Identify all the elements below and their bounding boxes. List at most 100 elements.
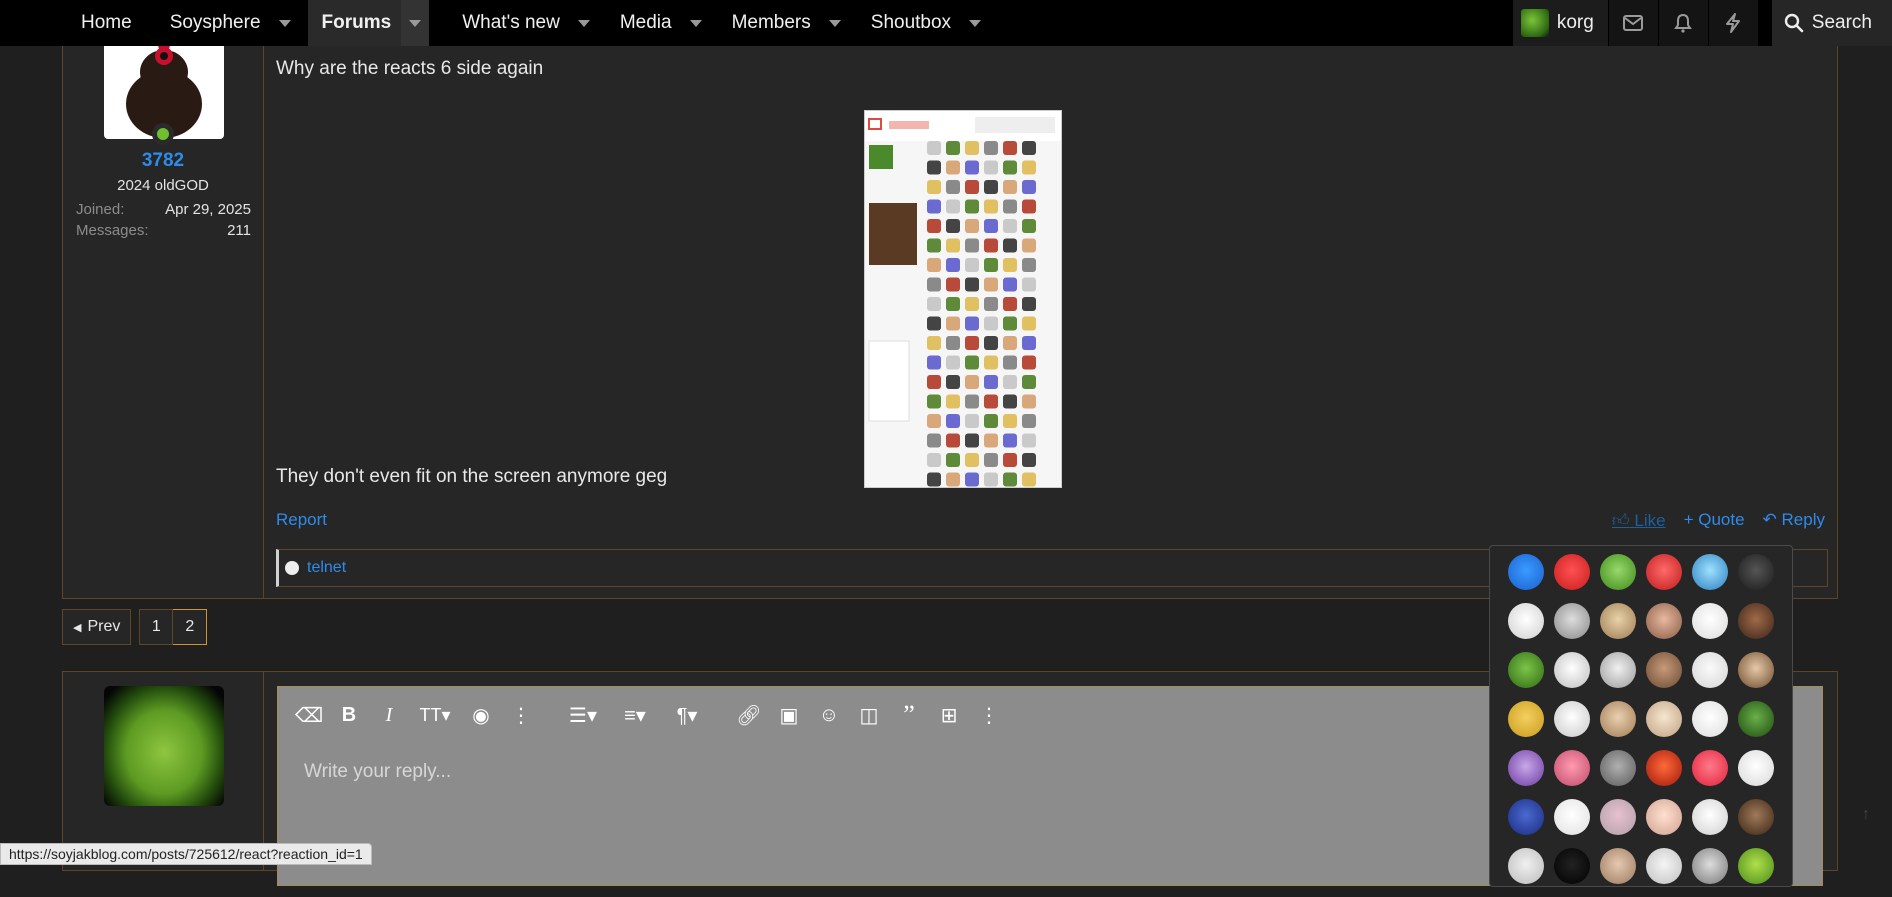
page-2-current[interactable]: 2 <box>173 609 208 645</box>
reaction-option-icon[interactable] <box>1692 652 1728 688</box>
chevron-down-icon[interactable] <box>274 0 296 46</box>
reaction-option-icon[interactable] <box>1600 799 1636 835</box>
table-icon[interactable]: ⊞ <box>932 700 966 730</box>
nav-tab-shoutbox[interactable]: Shoutbox <box>852 0 992 46</box>
account-menu[interactable]: korg <box>1512 0 1608 46</box>
quote-button[interactable]: + Quote <box>1684 510 1745 531</box>
reaction-option-icon[interactable] <box>1600 603 1636 639</box>
nav-tab-home-label[interactable]: Home <box>62 0 151 46</box>
nav-tab-shoutbox-label[interactable]: Shoutbox <box>852 0 970 46</box>
scroll-top-icon[interactable]: ↑ <box>1862 806 1870 824</box>
reaction-option-icon[interactable] <box>1600 750 1636 786</box>
post-body: Why are the reacts 6 side again They don… <box>264 34 1837 598</box>
like-button[interactable]: 👍︎ Like <box>1612 510 1666 531</box>
nav-tab-forums-label[interactable]: Forums <box>307 0 402 46</box>
prev-page-button[interactable]: ◀ Prev <box>62 609 132 645</box>
nav-tab-whats-new[interactable]: What's new <box>443 0 601 46</box>
bell-icon[interactable] <box>1658 0 1708 46</box>
reply-label: Reply <box>1781 510 1825 529</box>
nav-tab-whats-new-label[interactable]: What's new <box>443 0 579 46</box>
nav-tab-members-label[interactable]: Members <box>713 0 830 46</box>
palette-icon[interactable]: ◉ <box>464 700 498 730</box>
reaction-option-icon[interactable] <box>1692 750 1728 786</box>
chevron-down-icon[interactable] <box>401 0 430 46</box>
eraser-icon[interactable]: ⌫ <box>292 700 326 730</box>
reaction-option-icon[interactable] <box>1738 652 1774 688</box>
reaction-option-icon[interactable] <box>1738 750 1774 786</box>
nav-tab-soysphere[interactable]: Soysphere <box>151 0 302 46</box>
reaction-option-icon[interactable] <box>1738 848 1774 884</box>
reaction-option-icon[interactable] <box>1692 848 1728 884</box>
reaction-option-icon[interactable] <box>1554 652 1590 688</box>
reaction-option-icon[interactable] <box>1600 701 1636 737</box>
reaction-option-icon[interactable] <box>1508 652 1544 688</box>
quote-icon[interactable]: ” <box>892 700 926 730</box>
chevron-down-icon[interactable] <box>964 0 986 46</box>
chevron-down-icon[interactable] <box>685 0 707 46</box>
reaction-option-icon[interactable] <box>1692 799 1728 835</box>
media-icon[interactable]: ◫ <box>852 700 886 730</box>
reaction-option-icon[interactable] <box>1692 701 1728 737</box>
reacted-by-link[interactable]: telnet <box>307 559 346 577</box>
reaction-option-icon[interactable] <box>1646 750 1682 786</box>
chevron-down-icon[interactable] <box>824 0 846 46</box>
reaction-option-icon[interactable] <box>1646 603 1682 639</box>
reaction-option-icon[interactable] <box>1554 603 1590 639</box>
nav-tab-forums[interactable]: Forums <box>302 0 444 46</box>
page-1-link[interactable]: 1 <box>139 609 174 645</box>
editor-toolbar: ⌫ B I TT▾ ◉ ⋮ ☰▾ ≡▾ ¶▾ 🔗︎ ▣ ☺ ◫ ” ⊞ ⋮ <box>292 699 1006 731</box>
author-username[interactable]: 3782 <box>63 150 263 172</box>
paragraph-icon[interactable]: ¶▾ <box>664 700 710 730</box>
link-icon[interactable]: 🔗︎ <box>732 700 766 730</box>
reaction-option-icon[interactable] <box>1646 701 1682 737</box>
nav-tab-media-label[interactable]: Media <box>601 0 691 46</box>
reaction-option-icon[interactable] <box>1508 848 1544 884</box>
pagination: ◀ Prev 1 2 <box>62 609 208 645</box>
chevron-down-icon[interactable] <box>573 0 595 46</box>
reaction-option-icon[interactable] <box>1508 603 1544 639</box>
align-icon[interactable]: ≡▾ <box>612 700 658 730</box>
reaction-option-icon[interactable] <box>1646 848 1682 884</box>
reaction-option-icon[interactable] <box>1554 750 1590 786</box>
reaction-option-icon[interactable] <box>1692 603 1728 639</box>
more-icon[interactable]: ⋮ <box>972 700 1006 730</box>
reaction-option-icon[interactable] <box>1554 848 1590 884</box>
list-icon[interactable]: ☰▾ <box>560 700 606 730</box>
reply-button[interactable]: ↶ Reply <box>1763 510 1825 531</box>
reaction-option-icon[interactable] <box>1600 652 1636 688</box>
search-label: Search <box>1811 12 1872 33</box>
reaction-option-icon[interactable] <box>1738 701 1774 737</box>
reaction-option-icon[interactable] <box>1646 554 1682 590</box>
attached-screenshot-image[interactable] <box>864 110 1062 488</box>
reaction-option-icon[interactable] <box>1738 603 1774 639</box>
reaction-option-icon[interactable] <box>1738 799 1774 835</box>
bold-icon[interactable]: B <box>332 700 366 730</box>
reaction-option-icon[interactable] <box>1646 652 1682 688</box>
nav-tab-soysphere-label[interactable]: Soysphere <box>151 0 280 46</box>
search-button[interactable]: Search <box>1771 0 1892 46</box>
reaction-option-icon[interactable] <box>1508 554 1544 590</box>
reaction-option-icon[interactable] <box>1508 799 1544 835</box>
reaction-option-icon[interactable] <box>1646 799 1682 835</box>
online-status-icon <box>152 123 174 145</box>
italic-icon[interactable]: I <box>372 700 406 730</box>
reaction-option-icon[interactable] <box>1692 554 1728 590</box>
reaction-option-icon[interactable] <box>1554 799 1590 835</box>
reaction-option-icon[interactable] <box>1554 701 1590 737</box>
reaction-option-icon[interactable] <box>1600 554 1636 590</box>
reaction-option-icon[interactable] <box>1600 848 1636 884</box>
smiley-icon[interactable]: ☺ <box>812 700 846 730</box>
nav-tab-members[interactable]: Members <box>713 0 852 46</box>
text-size-icon[interactable]: TT▾ <box>412 700 458 730</box>
reaction-option-icon[interactable] <box>1554 554 1590 590</box>
reaction-option-icon[interactable] <box>1738 554 1774 590</box>
inbox-icon[interactable] <box>1608 0 1658 46</box>
nav-tab-home[interactable]: Home <box>62 0 151 46</box>
more-icon[interactable]: ⋮ <box>504 700 538 730</box>
reaction-option-icon[interactable] <box>1508 701 1544 737</box>
report-link[interactable]: Report <box>276 510 327 530</box>
bolt-icon[interactable] <box>1708 0 1758 46</box>
image-icon[interactable]: ▣ <box>772 700 806 730</box>
nav-tab-media[interactable]: Media <box>601 0 713 46</box>
reaction-option-icon[interactable] <box>1508 750 1544 786</box>
